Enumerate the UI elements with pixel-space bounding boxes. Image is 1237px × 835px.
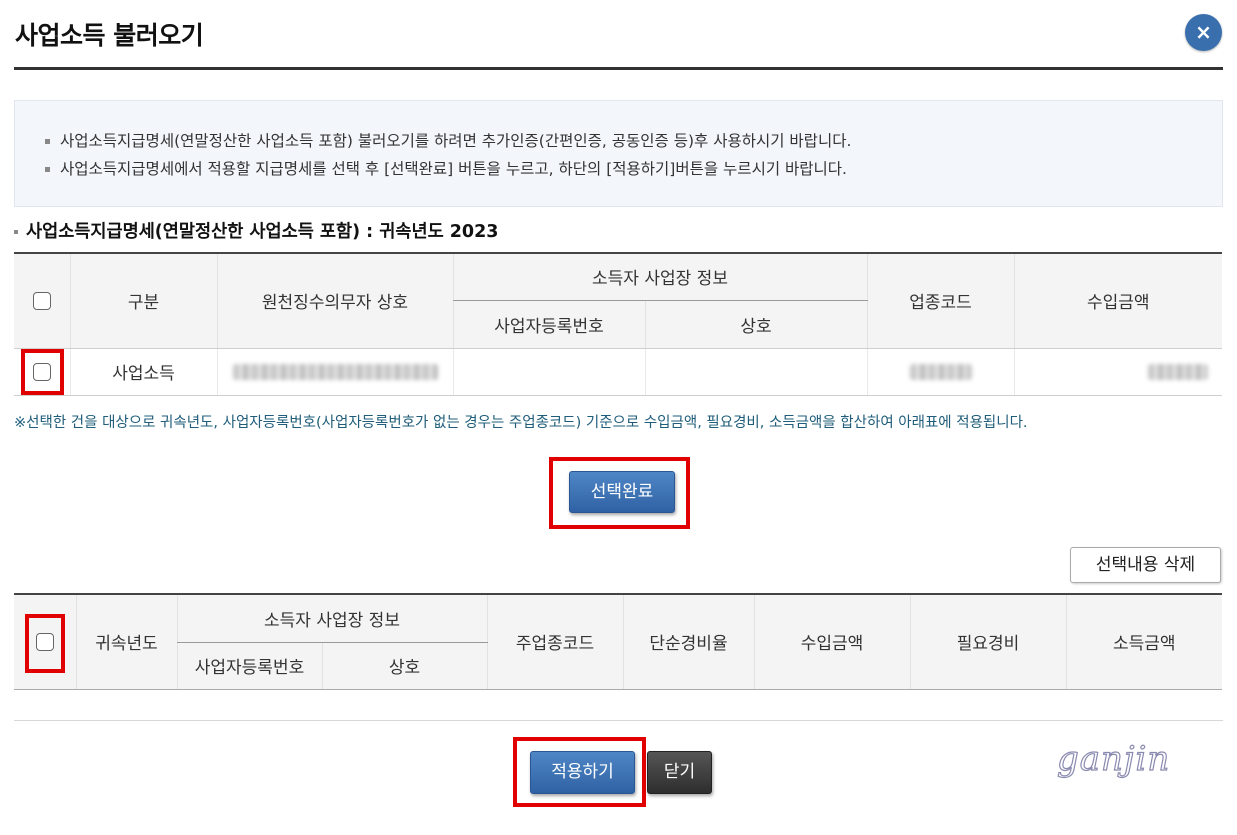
apply-button[interactable]: 적용하기	[530, 751, 635, 794]
header-income-2: 수입금액	[753, 594, 910, 690]
header-income-amount: 소득금액	[1065, 594, 1222, 690]
bottom-divider	[14, 720, 1223, 721]
section-title-text: 사업소득지급명세(연말정산한 사업소득 포함) : 귀속년도 2023	[26, 222, 499, 242]
select-done-button[interactable]: 선택완료	[569, 471, 675, 513]
delete-selected-button[interactable]: 선택내용 삭제	[1070, 547, 1221, 583]
row-category: 사업소득	[69, 348, 217, 396]
info-text-2: 사업소득지급명세에서 적용할 지급명세를 선택 후 [선택완료] 버튼을 누르고…	[60, 160, 847, 178]
select-all-cell	[14, 253, 70, 349]
dialog-title: 사업소득 불러오기	[15, 21, 204, 50]
bullet-icon	[45, 139, 50, 144]
highlight-select-all-2	[25, 614, 65, 673]
header-biz-reg-no: 사업자등록번호	[452, 300, 645, 349]
info-line-1: 사업소득지급명세(연말정산한 사업소득 포함) 불러오기를 하려면 추가인증(간…	[45, 129, 851, 151]
section-title: 사업소득지급명세(연말정산한 사업소득 포함) : 귀속년도 2023	[14, 218, 498, 243]
header-category: 구분	[69, 253, 217, 349]
watermark-logo: ganjin	[1056, 738, 1171, 779]
row-withholder-name	[216, 348, 453, 396]
header-biz-reg-no-2: 사업자등록번호	[176, 642, 322, 690]
info-line-2: 사업소득지급명세에서 적용할 지급명세를 선택 후 [선택완료] 버튼을 누르고…	[45, 157, 847, 179]
bullet-icon	[14, 230, 18, 234]
header-biz-name-2: 상호	[321, 642, 487, 690]
row-biz-reg-no	[452, 348, 645, 396]
row-biz-name	[644, 348, 867, 396]
payment-statement-table: 구분 원천징수의무자 상호 소득자 사업장 정보 업종코드 수입금액 사업자등록…	[14, 252, 1222, 396]
row-income	[1013, 348, 1222, 396]
redacted-value	[1148, 363, 1208, 380]
header-main-industry-code: 주업종코드	[486, 594, 623, 690]
info-box: 사업소득지급명세(연말정산한 사업소득 포함) 불러오기를 하려면 추가인증(간…	[14, 100, 1223, 207]
bullet-icon	[45, 167, 50, 172]
header-year: 귀속년도	[75, 594, 177, 690]
header-biz-name: 상호	[644, 300, 867, 349]
redacted-value	[909, 363, 972, 380]
close-icon[interactable]: ×	[1185, 14, 1222, 51]
title-divider	[14, 67, 1223, 70]
header-business-info-group: 소득자 사업장 정보	[452, 253, 867, 301]
close-button[interactable]: 닫기	[647, 751, 712, 794]
header-income: 수입금액	[1013, 253, 1222, 349]
row-industry-code	[866, 348, 1014, 396]
header-simple-expense-rate: 단순경비율	[622, 594, 754, 690]
redacted-value	[232, 363, 438, 380]
apply-notice: ※선택한 건을 대상으로 귀속년도, 사업자등록번호(사업자등록번호가 없는 경…	[14, 415, 1028, 431]
table-row: 사업소득	[14, 348, 1222, 396]
header-industry-code: 업종코드	[866, 253, 1014, 349]
header-necessary-expense: 필요경비	[909, 594, 1066, 690]
header-withholder-name: 원천징수의무자 상호	[216, 253, 453, 349]
apply-target-table: 귀속년도 소득자 사업장 정보 주업종코드 단순경비율 수입금액 필요경비 소득…	[14, 593, 1222, 690]
header-business-info-group-2: 소득자 사업장 정보	[176, 594, 487, 643]
highlight-row-checkbox	[21, 349, 64, 395]
select-all-checkbox[interactable]	[32, 291, 51, 310]
info-text-1: 사업소득지급명세(연말정산한 사업소득 포함) 불러오기를 하려면 추가인증(간…	[60, 132, 852, 150]
